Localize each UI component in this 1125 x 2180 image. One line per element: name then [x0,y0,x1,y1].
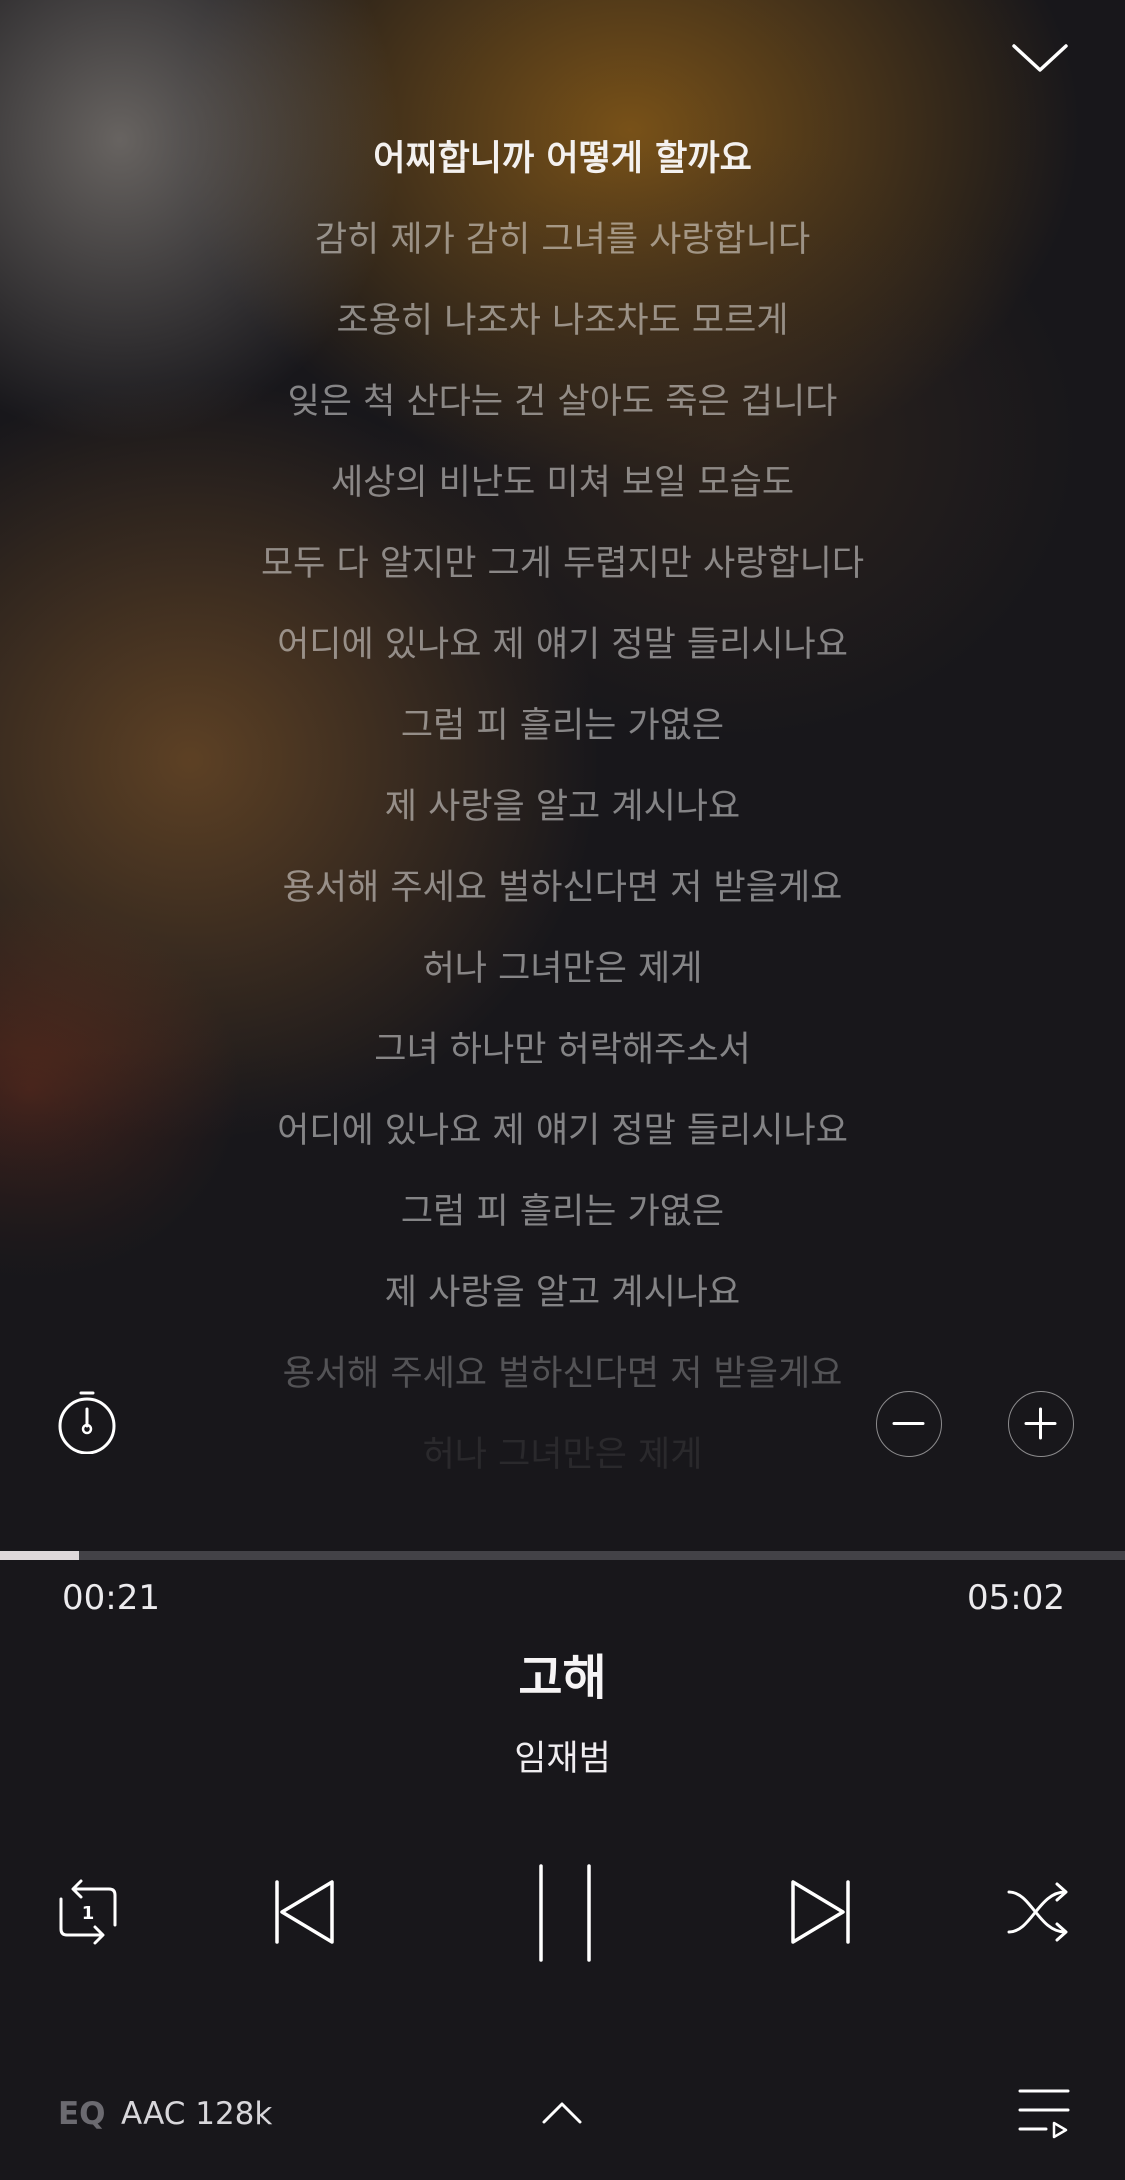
minus-icon [892,1422,925,1425]
lyric-line[interactable]: 허나 그녀만은 제게 [0,1430,1125,1480]
lyric-line[interactable]: 그녀 하나만 허락해주소서 [0,1025,1125,1075]
total-duration: 05:02 [967,1578,1065,1618]
song-title: 고해 [518,1650,607,1706]
chevron-down-icon [1012,44,1068,72]
next-track-button[interactable] [785,1876,855,1948]
lyric-line[interactable]: 모두 다 알지만 그게 두렵지만 사랑합니다 [0,539,1125,589]
skip-previous-icon [275,1880,334,1944]
stopwatch-icon [58,1391,116,1455]
lyric-line[interactable]: 조용히 나조차 나조차도 모르게 [0,296,1125,346]
audio-codec-label: AAC 128k [121,2096,273,2132]
elapsed-time: 00:21 [62,1578,160,1618]
skip-next-icon [791,1880,850,1944]
lyric-line[interactable]: 그럼 피 흘리는 가엾은 [0,1187,1125,1237]
collapse-player-button[interactable] [1010,38,1070,78]
chevron-up-icon [542,2102,582,2124]
pause-button[interactable] [530,1862,600,1964]
plus-icon [1024,1407,1057,1440]
shuffle-button[interactable] [1005,1880,1071,1944]
lyric-line[interactable]: 어찌합니까 어떻게 할까요 [0,134,1125,184]
repeat-badge: 1 [82,1903,95,1924]
music-player-screen: 어찌합니까 어떻게 할까요감히 제가 감히 그녀를 사랑합니다조용히 나조차 나… [0,0,1125,2180]
previous-track-button[interactable] [270,1876,340,1948]
progress-fill [0,1551,79,1560]
pause-icon [539,1864,591,1962]
lyric-line[interactable]: 그럼 피 흘리는 가엾은 [0,701,1125,751]
lyric-line[interactable]: 용서해 주세요 벌하신다면 저 받을게요 [0,1349,1125,1399]
expand-panel-button[interactable] [540,2098,584,2128]
lyric-line[interactable]: 잊은 척 산다는 건 살아도 죽은 겁니다 [0,377,1125,427]
sleep-timer-button[interactable] [55,1390,119,1455]
equalizer-button[interactable]: EQ [58,2096,106,2132]
playlist-button[interactable] [1016,2086,1072,2142]
decrease-lyrics-size-button[interactable] [876,1391,942,1457]
playlist-icon [1018,2089,1070,2139]
lyric-line[interactable]: 용서해 주세요 벌하신다면 저 받을게요 [0,863,1125,913]
progress-bar[interactable] [0,1551,1125,1560]
lyric-line[interactable]: 감히 제가 감히 그녀를 사랑합니다 [0,215,1125,265]
lyric-line[interactable]: 제 사랑을 알고 계시나요 [0,1268,1125,1318]
lyric-line[interactable]: 어디에 있나요 제 얘기 정말 들리시나요 [0,1106,1125,1156]
lyrics-list[interactable]: 어찌합니까 어떻게 할까요감히 제가 감히 그녀를 사랑합니다조용히 나조차 나… [0,134,1125,1534]
lyric-line[interactable]: 어디에 있나요 제 얘기 정말 들리시나요 [0,620,1125,670]
lyric-line[interactable]: 세상의 비난도 미쳐 보일 모습도 [0,458,1125,508]
repeat-one-button[interactable]: 1 [55,1876,121,1948]
shuffle-icon [1007,1882,1068,1942]
lyric-line[interactable]: 허나 그녀만은 제게 [0,944,1125,994]
increase-lyrics-size-button[interactable] [1008,1391,1074,1457]
artist-name[interactable]: 임재범 [0,1730,1125,1781]
lyric-line[interactable]: 제 사랑을 알고 계시나요 [0,782,1125,832]
repeat-one-icon: 1 [59,1879,117,1945]
